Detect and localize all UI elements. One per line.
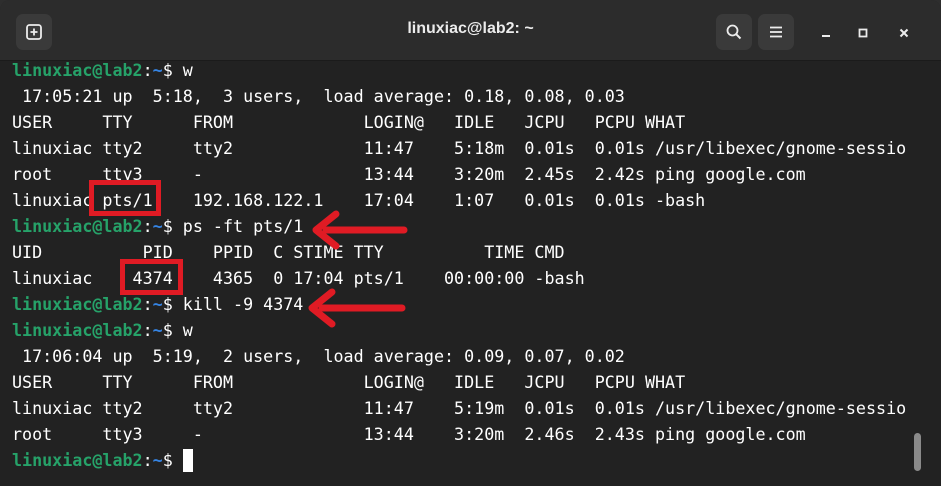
output-line: UID PID PPID C STIME TTY TIME CMD xyxy=(12,242,565,262)
header-bar: linuxiac@lab2: ~ xyxy=(0,0,941,61)
left-arrow-icon xyxy=(308,288,406,328)
output-line: 17:05:21 up 5:18, 3 users, load average:… xyxy=(12,86,625,106)
search-button[interactable] xyxy=(716,14,752,50)
prompt-user-host: linuxiac@lab2 xyxy=(12,320,143,340)
search-icon xyxy=(726,24,742,40)
left-arrow-icon xyxy=(312,210,408,250)
prompt-user-host: linuxiac@lab2 xyxy=(12,294,143,314)
output-line: linuxiac 4374 4365 0 17:04 pts/1 00:00:0… xyxy=(12,268,585,288)
prompt-separator: : xyxy=(142,450,153,470)
prompt-line: linuxiac@lab2:~$ w xyxy=(12,318,193,343)
prompt-line: linuxiac@lab2:~$ ps -ft pts/1 xyxy=(12,214,303,239)
highlight-box-pid xyxy=(120,259,183,295)
prompt-line: linuxiac@lab2:~$ kill -9 4374 xyxy=(12,292,303,317)
prompt-dollar: $ xyxy=(162,320,183,340)
close-icon xyxy=(899,28,909,38)
highlight-box-pts xyxy=(89,180,161,216)
text-cursor xyxy=(182,449,193,472)
prompt-command: w xyxy=(182,60,193,80)
prompt-dollar: $ xyxy=(162,294,183,314)
prompt-separator: : xyxy=(142,320,153,340)
scrollbar-thumb[interactable] xyxy=(914,433,921,471)
prompt-separator: : xyxy=(142,216,153,236)
hamburger-menu-icon xyxy=(770,26,782,38)
output-line: USER TTY FROM LOGIN@ IDLE JCPU PCPU WHAT xyxy=(12,372,686,392)
prompt-path: ~ xyxy=(152,450,163,470)
new-tab-button[interactable] xyxy=(16,14,52,50)
prompt-path: ~ xyxy=(152,216,163,236)
prompt-line: linuxiac@lab2:~$ xyxy=(12,448,193,473)
output-line: root tty3 - 13:44 3:20m 2.46s 2.43s ping… xyxy=(12,424,806,444)
prompt-separator: : xyxy=(142,294,153,314)
prompt-user-host: linuxiac@lab2 xyxy=(12,60,143,80)
prompt-command: kill -9 4374 xyxy=(182,294,304,314)
prompt-path: ~ xyxy=(152,294,163,314)
window-title: linuxiac@lab2: ~ xyxy=(407,20,534,37)
maximize-icon xyxy=(858,28,868,38)
prompt-separator: : xyxy=(142,60,153,80)
prompt-path: ~ xyxy=(152,60,163,80)
prompt-line: linuxiac@lab2:~$ w xyxy=(12,58,193,83)
prompt-command: w xyxy=(182,320,193,340)
prompt-user-host: linuxiac@lab2 xyxy=(12,216,143,236)
prompt-dollar: $ xyxy=(162,216,183,236)
main-menu-button[interactable] xyxy=(758,14,794,50)
prompt-command: ps -ft pts/1 xyxy=(182,216,304,236)
new-tab-plus-icon xyxy=(26,24,42,40)
close-button[interactable] xyxy=(893,22,915,44)
terminal-window: linuxiac@lab2: ~ linuxiac@lab2:~$ w 17:0… xyxy=(0,0,941,486)
prompt-dollar: $ xyxy=(162,450,183,470)
output-line: linuxiac tty2 tty2 11:47 5:19m 0.01s 0.0… xyxy=(12,398,907,418)
terminal-output[interactable]: linuxiac@lab2:~$ w 17:05:21 up 5:18, 3 u… xyxy=(0,58,941,486)
maximize-button[interactable] xyxy=(852,22,874,44)
output-line: 17:06:04 up 5:19, 2 users, load average:… xyxy=(12,346,625,366)
prompt-dollar: $ xyxy=(162,60,183,80)
minimize-button[interactable] xyxy=(815,22,837,44)
minimize-icon xyxy=(822,35,830,37)
prompt-path: ~ xyxy=(152,320,163,340)
output-line: linuxiac tty2 tty2 11:47 5:18m 0.01s 0.0… xyxy=(12,138,907,158)
prompt-user-host: linuxiac@lab2 xyxy=(12,450,143,470)
output-line: USER TTY FROM LOGIN@ IDLE JCPU PCPU WHAT xyxy=(12,112,686,132)
